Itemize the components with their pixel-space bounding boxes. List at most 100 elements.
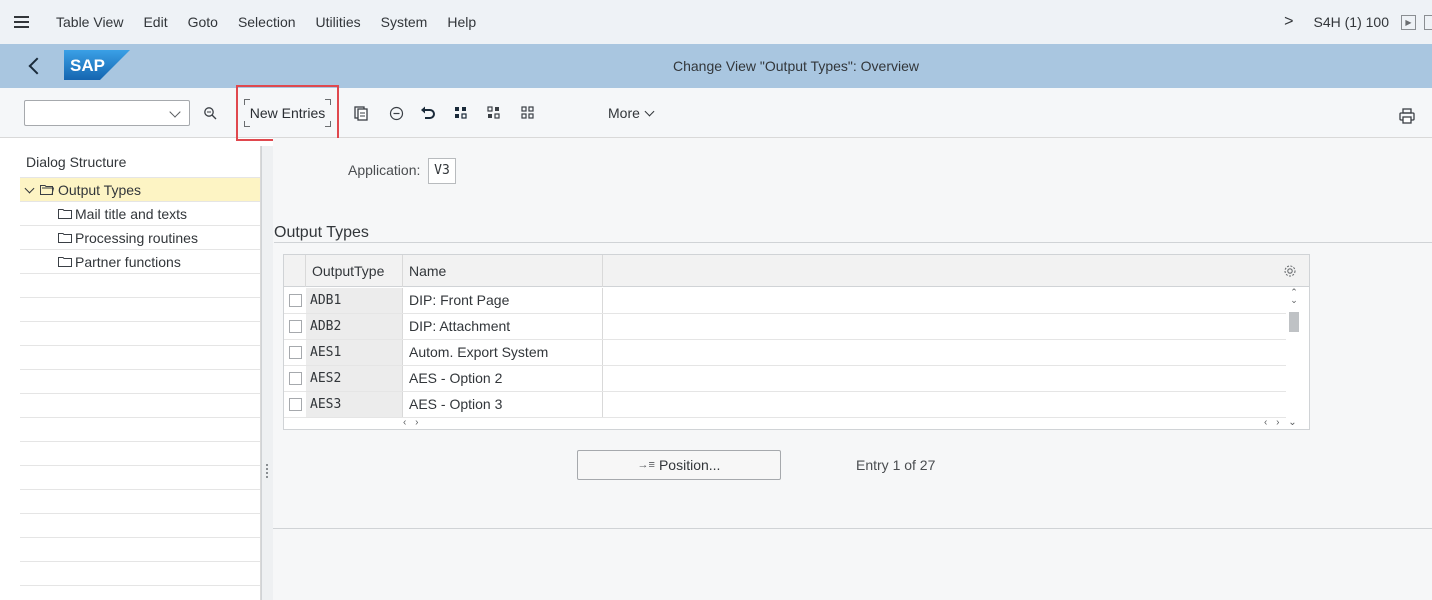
horizontal-scroll-arrows-icon[interactable]: ‹ › ⌄ bbox=[1264, 417, 1300, 428]
undo-icon[interactable] bbox=[418, 103, 438, 123]
folder-icon bbox=[58, 233, 72, 243]
empty-row bbox=[20, 274, 260, 298]
empty-row bbox=[20, 346, 260, 370]
folder-open-icon bbox=[40, 185, 54, 195]
row-checkbox[interactable] bbox=[289, 372, 302, 385]
tree-item-mail-title[interactable]: Mail title and texts bbox=[20, 202, 260, 226]
output-type-cell: ADB2 bbox=[306, 314, 403, 339]
output-type-cell: AES3 bbox=[306, 392, 403, 417]
table-header: OutputType Name bbox=[284, 255, 1309, 287]
table-row[interactable]: AES3 AES - Option 3 bbox=[284, 392, 1286, 418]
output-type-cell: AES2 bbox=[306, 366, 403, 391]
empty-row bbox=[20, 562, 260, 586]
menu-bar: Table View Edit Goto Selection Utilities… bbox=[0, 0, 1432, 44]
copy-as-icon[interactable] bbox=[351, 103, 371, 123]
row-checkbox[interactable] bbox=[289, 320, 302, 333]
window-icon[interactable] bbox=[1424, 14, 1432, 30]
empty-row bbox=[20, 418, 260, 442]
corner-mark bbox=[243, 99, 250, 105]
command-field[interactable] bbox=[24, 100, 190, 126]
entry-count: Entry 1 of 27 bbox=[856, 457, 936, 473]
more-button[interactable]: More bbox=[608, 105, 655, 121]
menu-table-view[interactable]: Table View bbox=[56, 14, 123, 30]
section-title: Output Types bbox=[274, 224, 369, 241]
vertical-scrollbar[interactable]: ⌃ ⌄ bbox=[1287, 288, 1301, 428]
row-checkbox[interactable] bbox=[289, 294, 302, 307]
toolbar bbox=[0, 88, 1432, 138]
deselect-all-icon[interactable] bbox=[518, 103, 538, 123]
chevron-down-icon[interactable] bbox=[24, 183, 35, 194]
empty-row bbox=[20, 370, 260, 394]
new-entries-highlight: New Entries bbox=[236, 85, 339, 141]
system-id: S4H (1) 100 bbox=[1313, 14, 1389, 30]
table-settings-icon[interactable] bbox=[1283, 264, 1297, 278]
tree-item-output-types[interactable]: Output Types bbox=[20, 178, 260, 202]
new-entries-label: New Entries bbox=[249, 105, 326, 121]
menu-help[interactable]: Help bbox=[447, 14, 476, 30]
name-cell: AES - Option 3 bbox=[403, 392, 603, 417]
empty-row bbox=[20, 442, 260, 466]
empty-row bbox=[20, 298, 260, 322]
folder-icon bbox=[58, 209, 72, 219]
name-cell: DIP: Attachment bbox=[403, 314, 603, 339]
application-label: Application: bbox=[348, 162, 421, 178]
menu-system[interactable]: System bbox=[381, 14, 428, 30]
scroll-thumb[interactable] bbox=[1289, 312, 1299, 332]
empty-row bbox=[20, 514, 260, 538]
application-field[interactable]: V3 bbox=[428, 158, 456, 184]
tree-item-label: Mail title and texts bbox=[75, 206, 188, 222]
zoom-search-icon[interactable] bbox=[200, 103, 220, 123]
table-row[interactable]: AES2 AES - Option 2 bbox=[284, 366, 1286, 392]
delete-circle-icon[interactable] bbox=[386, 103, 406, 123]
empty-row bbox=[20, 466, 260, 490]
name-cell: DIP: Front Page bbox=[403, 288, 603, 313]
column-header-name[interactable]: Name bbox=[403, 255, 603, 287]
empty-row bbox=[20, 538, 260, 562]
empty-row bbox=[20, 394, 260, 418]
folder-icon bbox=[58, 257, 72, 267]
chevron-right-icon[interactable]: > bbox=[1284, 13, 1293, 31]
bottom-divider bbox=[273, 528, 1432, 529]
corner-mark bbox=[325, 121, 332, 127]
tree-item-label: Processing routines bbox=[75, 230, 198, 246]
select-all-icon[interactable] bbox=[451, 103, 471, 123]
more-label: More bbox=[608, 105, 640, 121]
splitter-grip-icon[interactable] bbox=[266, 464, 268, 478]
corner-mark bbox=[243, 121, 250, 127]
menu-edit[interactable]: Edit bbox=[143, 14, 167, 30]
table-row[interactable]: AES1 Autom. Export System bbox=[284, 340, 1286, 366]
select-block-icon[interactable] bbox=[484, 103, 504, 123]
chevron-down-icon[interactable] bbox=[169, 106, 181, 118]
menu-goto[interactable]: Goto bbox=[188, 14, 218, 30]
output-types-table: OutputType Name ADB1 DIP: Front Page ADB… bbox=[283, 254, 1310, 430]
output-type-cell: ADB1 bbox=[306, 288, 403, 313]
position-icon: →≡ bbox=[637, 459, 655, 471]
title-bar: SAP Change View "Output Types": Overview bbox=[0, 44, 1432, 88]
column-header-outputtype[interactable]: OutputType bbox=[306, 255, 403, 287]
horizontal-scroll-arrows-icon[interactable]: ‹ › bbox=[403, 417, 421, 428]
table-row[interactable]: ADB2 DIP: Attachment bbox=[284, 314, 1286, 340]
chevron-down-icon bbox=[644, 106, 655, 117]
empty-row bbox=[20, 322, 260, 346]
output-type-cell: AES1 bbox=[306, 340, 403, 365]
menu-utilities[interactable]: Utilities bbox=[316, 14, 361, 30]
hamburger-menu-icon[interactable] bbox=[0, 0, 42, 44]
position-button[interactable]: →≡ Position... bbox=[577, 450, 781, 480]
scroll-up-icon[interactable]: ⌃ ⌄ bbox=[1290, 288, 1298, 305]
play-icon[interactable]: ▶ bbox=[1401, 14, 1416, 30]
tree-item-processing-routines[interactable]: Processing routines bbox=[20, 226, 260, 250]
new-entries-button[interactable]: New Entries bbox=[243, 99, 332, 127]
row-checkbox[interactable] bbox=[289, 346, 302, 359]
menubar-right: > S4H (1) 100 ▶ bbox=[1284, 0, 1432, 44]
table-row[interactable]: ADB1 DIP: Front Page bbox=[284, 288, 1286, 314]
section-divider bbox=[274, 242, 1432, 243]
menu-selection[interactable]: Selection bbox=[238, 14, 296, 30]
dialog-structure-header: Dialog Structure bbox=[20, 146, 260, 178]
tree-item-partner-functions[interactable]: Partner functions bbox=[20, 250, 260, 274]
select-all-column[interactable] bbox=[284, 255, 306, 287]
tree-item-label: Partner functions bbox=[75, 254, 181, 270]
row-checkbox[interactable] bbox=[289, 398, 302, 411]
print-icon[interactable] bbox=[1398, 107, 1416, 128]
corner-mark bbox=[325, 99, 332, 105]
panel-splitter[interactable] bbox=[261, 146, 273, 600]
